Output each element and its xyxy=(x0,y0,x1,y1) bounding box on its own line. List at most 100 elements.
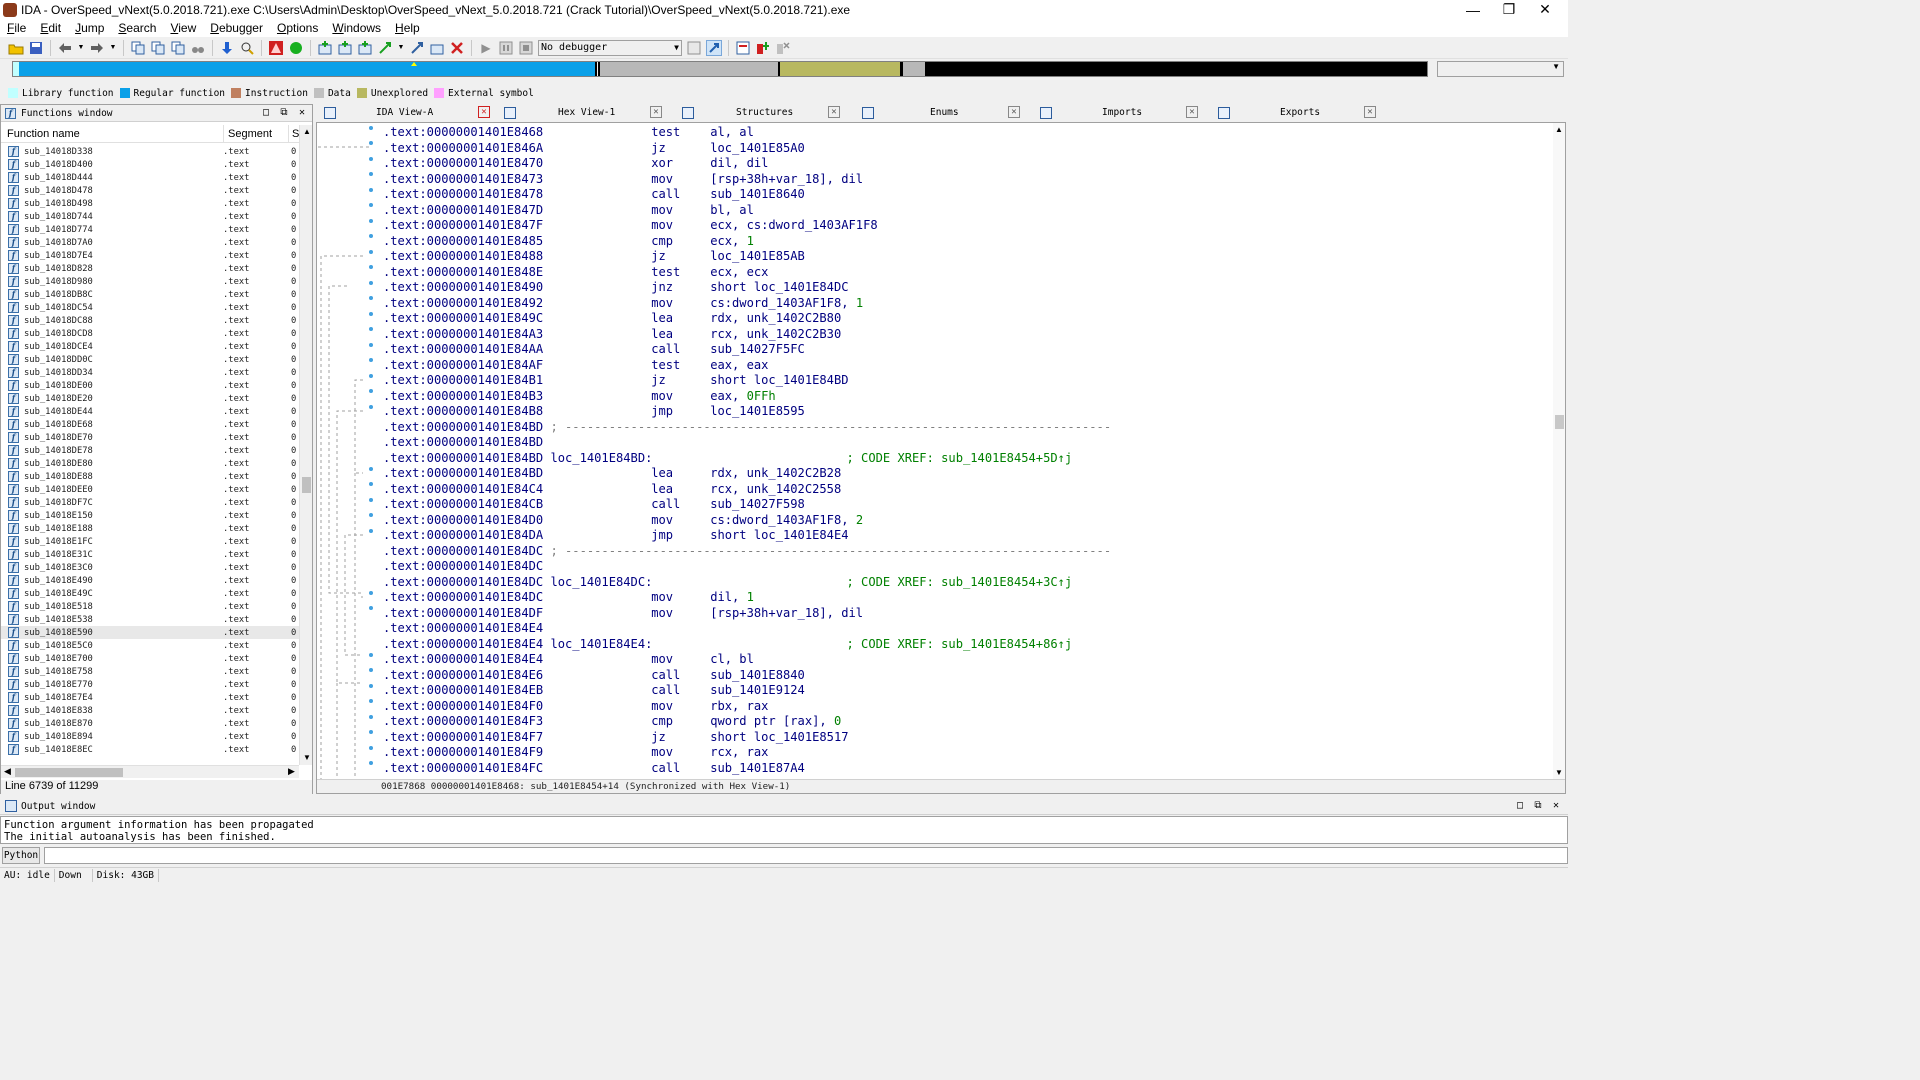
disasm-line[interactable]: .text:00000001401E84DC loc_1401E84DC: ; C… xyxy=(383,575,1543,591)
function-row[interactable]: f sub_14018DE78 .text 0 xyxy=(1,444,301,457)
disasm-line[interactable]: .text:00000001401E84C4 lea rcx, unk_1402C2… xyxy=(383,482,1543,498)
disasm-line[interactable]: .text:00000001401E84B3 mov eax, 0FFh xyxy=(383,389,1543,405)
function-row[interactable]: f sub_14018DE20 .text 0 xyxy=(1,392,301,405)
function-row[interactable]: f sub_14018D7E4 .text 0 xyxy=(1,249,301,262)
xref-comment[interactable]: ; CODE XREF: sub_1401E8454+5D↑j xyxy=(846,451,1072,465)
function-row[interactable]: f sub_14018DCD8 .text 0 xyxy=(1,327,301,340)
disasm-line[interactable]: .text:00000001401E84B1 jz short loc_1401E8… xyxy=(383,373,1543,389)
disasm-line[interactable]: .text:00000001401E8492 mov cs:dword_1403AF… xyxy=(383,296,1543,312)
xref-icon[interactable] xyxy=(409,40,425,56)
tab-close-icon[interactable]: ✕ xyxy=(1186,106,1198,118)
disasm-line[interactable]: .text:00000001401E8488 jz loc_1401E85AB xyxy=(383,249,1543,265)
disasm-line[interactable]: .text:00000001401E84E4 loc_1401E84E4: ; C… xyxy=(383,637,1543,653)
function-row[interactable]: f sub_14018DC88 .text 0 xyxy=(1,314,301,327)
delete-x-icon[interactable] xyxy=(449,40,465,56)
disassembly-vertical-scrollbar[interactable]: ▲ ▼ xyxy=(1553,123,1565,783)
col-function-name[interactable]: Function name xyxy=(7,128,80,140)
function-row[interactable]: f sub_14018E838 .text 0 xyxy=(1,704,301,717)
function-row[interactable]: f sub_14018E770 .text 0 xyxy=(1,678,301,691)
code-label[interactable]: loc_1401E84E4: xyxy=(550,637,652,651)
menu-windows[interactable]: Windows xyxy=(325,21,388,35)
operands[interactable]: loc_1401E85AB xyxy=(710,249,805,263)
function-row[interactable]: f sub_14018DD34 .text 0 xyxy=(1,366,301,379)
function-row[interactable]: f sub_14018E188 .text 0 xyxy=(1,522,301,535)
operands[interactable]: al, al xyxy=(710,125,754,139)
operands[interactable]: dil, dil xyxy=(710,156,768,170)
function-row[interactable]: f sub_14018E150 .text 0 xyxy=(1,509,301,522)
code-label[interactable]: loc_1401E84DC: xyxy=(550,575,652,589)
dropdown-arrow-icon[interactable]: ▼ xyxy=(109,40,117,56)
function-row[interactable]: f sub_14018DE88 .text 0 xyxy=(1,470,301,483)
operands[interactable]: rcx, rax xyxy=(710,745,768,759)
function-row[interactable]: f sub_14018D400 .text 0 xyxy=(1,158,301,171)
output-window-body[interactable]: Function argument information has been p… xyxy=(0,816,1568,844)
function-row[interactable]: f sub_14018DE44 .text 0 xyxy=(1,405,301,418)
function-row[interactable]: f sub_14018E490 .text 0 xyxy=(1,574,301,587)
scroll-thumb[interactable] xyxy=(15,768,123,777)
col-segment[interactable]: Segment xyxy=(228,128,272,140)
dropdown-arrow-icon[interactable]: ▼ xyxy=(397,40,405,56)
tab-close-icon[interactable]: ✕ xyxy=(650,106,662,118)
disasm-line[interactable]: .text:00000001401E84F3 cmp qword ptr [rax]… xyxy=(383,714,1543,730)
operands[interactable]: ecx, ecx xyxy=(710,265,768,279)
function-row[interactable]: f sub_14018E5C0 .text 0 xyxy=(1,639,301,652)
function-row[interactable]: f sub_14018D478 .text 0 xyxy=(1,184,301,197)
operands[interactable]: sub_14027F598 xyxy=(710,497,805,511)
operands[interactable]: short loc_1401E8517 xyxy=(710,730,848,744)
disasm-line[interactable]: .text:00000001401E84E4 mov cl, bl xyxy=(383,652,1543,668)
dropdown-arrow-icon[interactable]: ▼ xyxy=(77,40,85,56)
find-icon[interactable] xyxy=(170,40,186,56)
scroll-thumb[interactable] xyxy=(302,477,311,493)
disasm-line[interactable]: .text:00000001401E84BD lea rdx, unk_1402C2… xyxy=(383,466,1543,482)
function-row[interactable]: f sub_14018DB8C .text 0 xyxy=(1,288,301,301)
function-row[interactable]: f sub_14018DC54 .text 0 xyxy=(1,301,301,314)
menu-help[interactable]: Help xyxy=(388,21,427,35)
back-arrow-icon[interactable] xyxy=(57,40,73,56)
function-row[interactable]: f sub_14018DE80 .text 0 xyxy=(1,457,301,470)
add-struct-icon[interactable] xyxy=(337,40,353,56)
disasm-line[interactable]: .text:00000001401E84DA jmp short loc_1401E… xyxy=(383,528,1543,544)
function-row[interactable]: f sub_14018E700 .text 0 xyxy=(1,652,301,665)
scroll-left-icon[interactable]: ◀ xyxy=(4,766,11,777)
disasm-line[interactable]: .text:00000001401E84CB call sub_14027F598 xyxy=(383,497,1543,513)
navigation-band[interactable] xyxy=(12,61,1428,77)
panel-close-icon[interactable]: ✕ xyxy=(296,107,308,119)
function-row[interactable]: f sub_14018DE70 .text 0 xyxy=(1,431,301,444)
functions-horizontal-scrollbar[interactable]: ◀ ▶ xyxy=(1,765,299,778)
function-row[interactable]: f sub_14018E758 .text 0 xyxy=(1,665,301,678)
add-segment-icon[interactable] xyxy=(317,40,333,56)
nav-band-dropdown[interactable]: ▼ xyxy=(1437,61,1564,77)
menu-edit[interactable]: Edit xyxy=(33,21,68,35)
disasm-line[interactable]: .text:00000001401E8473 mov [rsp+38h+var_18… xyxy=(383,172,1543,188)
function-row[interactable]: f sub_14018E8EC .text 0 xyxy=(1,743,301,756)
debugger-select[interactable]: No debugger ▼ xyxy=(538,39,682,56)
disasm-line[interactable]: .text:00000001401E84DC mov dil, 1 xyxy=(383,590,1543,606)
tab-close-icon[interactable]: ✕ xyxy=(1364,106,1376,118)
command-input[interactable] xyxy=(44,847,1568,864)
xref-comment[interactable]: ; CODE XREF: sub_1401E8454+86↑j xyxy=(846,637,1072,651)
function-row[interactable]: f sub_14018D338 .text 0 xyxy=(1,145,301,158)
function-row[interactable]: f sub_14018E31C .text 0 xyxy=(1,548,301,561)
disasm-line[interactable]: .text:00000001401E84DC ; ---------------… xyxy=(383,544,1543,560)
disasm-line[interactable]: .text:00000001401E8470 xor dil, dil xyxy=(383,156,1543,172)
stop-icon[interactable] xyxy=(518,40,534,56)
operands[interactable]: cs:dword_1403AF1F8, xyxy=(710,513,856,527)
down-arrow-icon[interactable] xyxy=(219,40,235,56)
function-row[interactable]: f sub_14018D828 .text 0 xyxy=(1,262,301,275)
binoculars-icon[interactable] xyxy=(190,40,206,56)
operands[interactable]: sub_1401E8640 xyxy=(710,187,805,201)
function-row[interactable]: f sub_14018D774 .text 0 xyxy=(1,223,301,236)
disasm-line[interactable]: .text:00000001401E84F0 mov rbx, rax xyxy=(383,699,1543,715)
paste-icon[interactable] xyxy=(150,40,166,56)
disasm-line[interactable]: .text:00000001401E8468 test al, al xyxy=(383,125,1543,141)
operands[interactable]: short loc_1401E84BD xyxy=(710,373,848,387)
disasm-line[interactable]: .text:00000001401E847F mov ecx, cs:dword_1… xyxy=(383,218,1543,234)
disasm-line[interactable]: .text:00000001401E849C lea rdx, unk_1402C2… xyxy=(383,311,1543,327)
function-row[interactable]: f sub_14018DE68 .text 0 xyxy=(1,418,301,431)
scroll-right-icon[interactable]: ▶ xyxy=(288,766,295,777)
export-icon[interactable] xyxy=(357,40,373,56)
disasm-line[interactable]: .text:00000001401E84DC xyxy=(383,559,1543,575)
operands[interactable]: rcx, unk_1402C2B30 xyxy=(710,327,841,341)
operands[interactable]: dil, xyxy=(710,590,746,604)
panel-close-icon[interactable]: ✕ xyxy=(1550,800,1562,812)
